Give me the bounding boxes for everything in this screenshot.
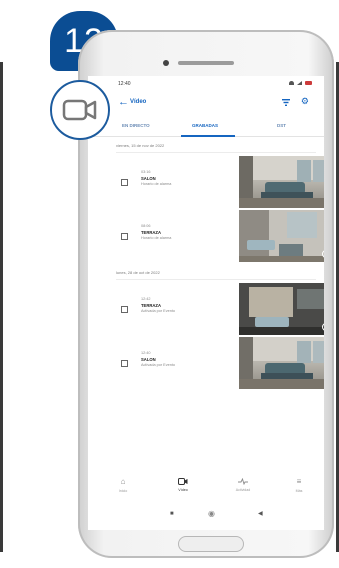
- status-time: 12:40: [118, 81, 131, 87]
- list-item[interactable]: 12:42 TERRAZA Activada por Evento ›: [88, 283, 324, 337]
- phone-screen: 12:40 ← Vídeo ⚙ EN DIRECTO GRABADAS DST: [88, 76, 324, 530]
- recording-thumbnail[interactable]: ›: [239, 210, 324, 262]
- tab-live[interactable]: EN DIRECTO: [122, 123, 150, 128]
- list-item[interactable]: 03:16 SALON Horario de alarma: [88, 156, 324, 210]
- recording-time: 03:16: [141, 170, 151, 174]
- video-camera-icon: [178, 478, 188, 485]
- recent-apps-icon[interactable]: ■: [170, 511, 174, 517]
- select-checkbox[interactable]: [121, 179, 128, 186]
- recording-list: viernes, 15 de nov de 2022 03:16 SALON H…: [88, 137, 324, 391]
- tab-recorded[interactable]: GRABADAS: [192, 123, 218, 128]
- front-camera: [163, 60, 169, 66]
- select-checkbox[interactable]: [121, 306, 128, 313]
- signal-icon: [297, 81, 302, 85]
- nav-activity[interactable]: Actividad: [228, 478, 258, 492]
- select-checkbox[interactable]: [121, 233, 128, 240]
- list-item[interactable]: 12:40 SALON Activada por Evento: [88, 337, 324, 391]
- status-icons: [289, 81, 312, 85]
- recording-reason: Horario de alarma: [141, 182, 172, 186]
- terrace-image: [239, 283, 324, 335]
- system-navigation-bar: ■ ◉ ◀: [88, 506, 324, 526]
- living-room-image: [239, 156, 324, 208]
- recording-time: 12:40: [141, 351, 151, 355]
- recording-reason: Activada por Evento: [141, 309, 175, 313]
- wifi-icon: [289, 81, 294, 85]
- recording-camera: SALON: [141, 176, 156, 181]
- recording-thumbnail[interactable]: ›: [239, 283, 324, 335]
- menu-icon: ≡: [296, 477, 302, 486]
- group-date-label: viernes, 15 de nov de 2022: [116, 143, 165, 148]
- terrace-image: [239, 210, 324, 262]
- earpiece-speaker: [178, 61, 234, 65]
- back-arrow-icon[interactable]: ←: [118, 96, 129, 108]
- play-badge-icon: ›: [322, 323, 324, 331]
- recording-reason: Horario de alarma: [141, 236, 172, 240]
- group-date-label: lunes, 28 de oct de 2022: [116, 270, 160, 275]
- home-circle-icon[interactable]: ◉: [208, 510, 215, 518]
- nav-home-label: Inicio: [118, 489, 128, 493]
- phone-home-button: [178, 536, 244, 552]
- living-room-image: [239, 337, 324, 389]
- gear-icon[interactable]: ⚙: [301, 97, 309, 106]
- nav-home[interactable]: ⌂ Inicio: [108, 477, 138, 494]
- phone-frame: 12:40 ← Vídeo ⚙ EN DIRECTO GRABADAS DST: [78, 30, 334, 558]
- video-camera-icon: [62, 99, 97, 121]
- video-camera-callout: [50, 80, 110, 140]
- recording-time: 08:06: [141, 224, 151, 228]
- tab-dst[interactable]: DST: [277, 123, 286, 128]
- status-bar: 12:40: [88, 76, 324, 90]
- recording-camera: TERRAZA: [141, 230, 162, 235]
- battery-icon: [305, 81, 312, 85]
- list-item[interactable]: 08:06 TERRAZA Horario de alarma ›: [88, 210, 324, 264]
- left-page-edge: [0, 62, 3, 552]
- recording-time: 12:42: [141, 297, 151, 301]
- play-badge-icon: ›: [322, 250, 324, 258]
- recording-thumbnail[interactable]: [239, 337, 324, 389]
- nav-video-label: Vídeo: [178, 488, 188, 492]
- select-checkbox[interactable]: [121, 360, 128, 367]
- bottom-navigation: ⌂ Inicio Vídeo Actividad ≡ Más: [88, 468, 324, 502]
- date-group-header: lunes, 28 de oct de 2022: [88, 264, 324, 279]
- tab-bar: EN DIRECTO GRABADAS DST: [88, 116, 324, 137]
- recording-reason: Activada por Evento: [141, 363, 175, 367]
- app-bar: ← Vídeo ⚙: [88, 90, 324, 116]
- filter-icon[interactable]: [282, 99, 290, 106]
- recording-thumbnail[interactable]: [239, 156, 324, 208]
- home-icon: ⌂: [120, 477, 126, 486]
- back-triangle-icon[interactable]: ◀: [258, 511, 263, 517]
- nav-more-label: Más: [295, 489, 303, 493]
- recording-camera: SALON: [141, 357, 156, 362]
- nav-video[interactable]: Vídeo: [168, 478, 198, 492]
- activity-icon: [238, 478, 248, 485]
- nav-activity-label: Actividad: [235, 488, 251, 492]
- nav-more[interactable]: ≡ Más: [284, 477, 314, 494]
- page-title: Vídeo: [130, 99, 147, 105]
- recording-camera: TERRAZA: [141, 303, 162, 308]
- date-group-header: viernes, 15 de nov de 2022: [88, 137, 324, 152]
